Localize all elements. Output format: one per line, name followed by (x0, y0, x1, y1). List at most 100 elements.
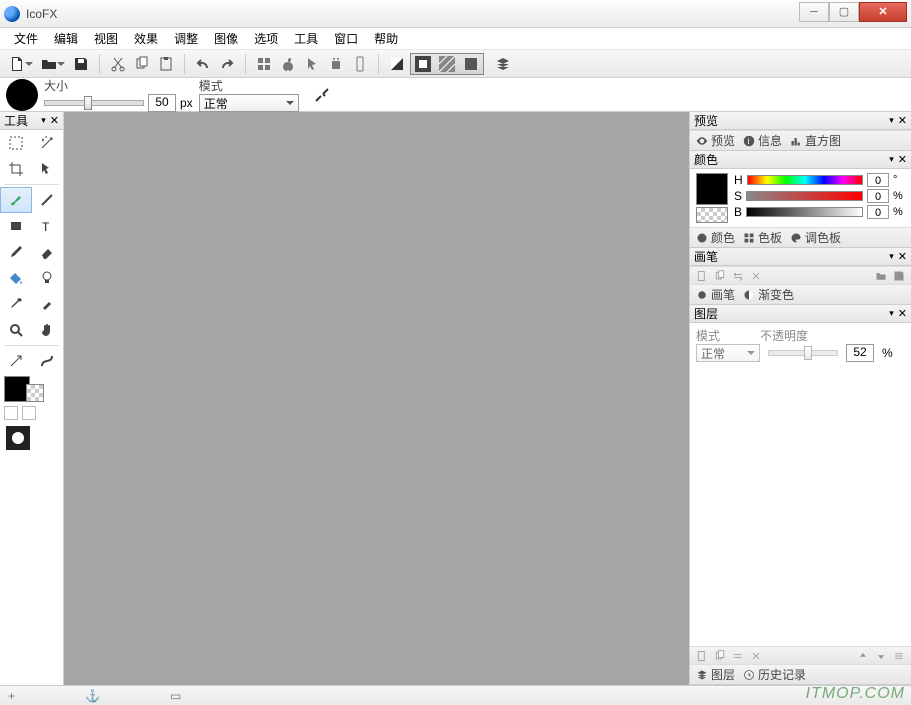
color-menu-caret[interactable]: ▾ (889, 154, 894, 165)
tool-brush[interactable] (0, 187, 32, 213)
color-tab-palette[interactable]: 调色板 (790, 229, 841, 246)
brush-extra-icon[interactable] (311, 84, 333, 106)
platform-phone-icon[interactable] (349, 53, 371, 75)
tool-marquee[interactable] (0, 130, 32, 156)
layer-close[interactable]: ✕ (898, 307, 907, 320)
layer-list[interactable] (696, 364, 905, 482)
platform-apple-icon[interactable] (277, 53, 299, 75)
menu-window[interactable]: 窗口 (326, 28, 366, 49)
tool-rectangle[interactable] (0, 213, 32, 239)
undo-button[interactable] (192, 53, 214, 75)
default-colors-button[interactable] (22, 406, 36, 420)
paste-button[interactable] (155, 53, 177, 75)
bri-slider[interactable] (746, 207, 863, 217)
layers-icon[interactable] (492, 53, 514, 75)
save-button[interactable] (70, 53, 92, 75)
menu-tools[interactable]: 工具 (286, 28, 326, 49)
new-file-button[interactable] (6, 53, 28, 75)
copy-button[interactable] (131, 53, 153, 75)
open-file-button[interactable] (38, 53, 60, 75)
menu-edit[interactable]: 编辑 (46, 28, 86, 49)
tool-move[interactable] (32, 156, 64, 182)
brush-tab-brush[interactable]: 画笔 (696, 286, 735, 303)
tool-text[interactable]: T (32, 213, 64, 239)
brush-size-slider[interactable] (44, 100, 144, 106)
color-foreground-swatch[interactable] (696, 173, 728, 205)
layer-opacity-value[interactable]: 52 (846, 344, 874, 362)
bg-solid-icon[interactable] (459, 54, 483, 74)
brush-panel-caret[interactable]: ▾ (889, 251, 894, 262)
brush-copy-icon[interactable] (714, 270, 726, 282)
menu-adjust[interactable]: 调整 (166, 28, 206, 49)
preview-close[interactable]: ✕ (898, 114, 907, 127)
sat-value[interactable]: 0 (867, 189, 889, 203)
tool-wand[interactable] (32, 130, 64, 156)
contrast-icon[interactable] (386, 53, 408, 75)
hue-value[interactable]: 0 (867, 173, 889, 187)
bg-diagonal-icon[interactable] (435, 54, 459, 74)
tool-lightbulb[interactable] (32, 265, 64, 291)
layer-swap-icon[interactable] (732, 650, 744, 662)
background-color[interactable] (26, 384, 44, 402)
layer-delete-icon[interactable] (750, 650, 762, 662)
swap-colors-button[interactable] (4, 406, 18, 420)
layer-tab-history[interactable]: 历史记录 (743, 666, 806, 683)
tool-line[interactable] (32, 187, 64, 213)
brush-save-icon[interactable] (893, 270, 905, 282)
canvas-area[interactable] (64, 112, 689, 685)
redo-button[interactable] (216, 53, 238, 75)
menu-effect[interactable]: 效果 (126, 28, 166, 49)
menu-options[interactable]: 选项 (246, 28, 286, 49)
layer-menu-caret[interactable]: ▾ (889, 308, 894, 319)
tool-fill[interactable] (0, 265, 32, 291)
platform-windows-icon[interactable] (253, 53, 275, 75)
brush-folder-icon[interactable] (875, 270, 887, 282)
hue-slider[interactable] (747, 175, 863, 185)
toolbox-close[interactable]: ✕ (50, 114, 59, 127)
preview-tab-histogram[interactable]: 直方图 (790, 132, 841, 149)
maximize-button[interactable]: ▢ (829, 2, 859, 22)
tool-curve[interactable] (32, 348, 64, 374)
brush-mode-combo[interactable]: 正常 (199, 94, 299, 112)
tool-hand[interactable] (32, 317, 64, 343)
color-tab-swatches[interactable]: 色板 (743, 229, 782, 246)
preview-tab-info[interactable]: i信息 (743, 132, 782, 149)
menu-help[interactable]: 帮助 (366, 28, 406, 49)
bri-value[interactable]: 0 (867, 205, 889, 219)
tool-crop[interactable] (0, 156, 32, 182)
layer-mode-combo[interactable]: 正常 (696, 344, 760, 362)
layer-copy-icon[interactable] (714, 650, 726, 662)
platform-android-icon[interactable] (325, 53, 347, 75)
brush-new-icon[interactable] (696, 270, 708, 282)
close-button[interactable]: ✕ (859, 2, 907, 22)
layer-merge-icon[interactable] (893, 650, 905, 662)
layer-new-icon[interactable] (696, 650, 708, 662)
tool-retouch[interactable] (32, 291, 64, 317)
brush-tab-gradient[interactable]: 渐变色 (743, 286, 794, 303)
layer-tab-layers[interactable]: 图层 (696, 666, 735, 683)
toolbox-menu-caret[interactable]: ▾ (41, 115, 46, 126)
color-close[interactable]: ✕ (898, 153, 907, 166)
brush-panel-close[interactable]: ✕ (898, 250, 907, 263)
color-tab-color[interactable]: 颜色 (696, 229, 735, 246)
menu-view[interactable]: 视图 (86, 28, 126, 49)
preview-menu-caret[interactable]: ▾ (889, 115, 894, 126)
layer-opacity-slider[interactable] (768, 350, 838, 356)
cut-button[interactable] (107, 53, 129, 75)
preview-tab-preview[interactable]: 预览 (696, 132, 735, 149)
brush-swap-icon[interactable] (732, 270, 744, 282)
tool-zoom[interactable] (0, 317, 32, 343)
brush-size-value[interactable]: 50 (148, 94, 176, 112)
platform-cursor-icon[interactable] (301, 53, 323, 75)
minimize-button[interactable]: ─ (799, 2, 829, 22)
layer-up-icon[interactable] (857, 650, 869, 662)
brush-delete-icon[interactable] (750, 270, 762, 282)
color-background-swatch[interactable] (696, 207, 728, 223)
tool-shape-preview[interactable] (6, 426, 30, 450)
tool-eraser[interactable] (32, 239, 64, 265)
menu-file[interactable]: 文件 (6, 28, 46, 49)
sat-slider[interactable] (746, 191, 863, 201)
menu-image[interactable]: 图像 (206, 28, 246, 49)
tool-arrow[interactable] (0, 348, 32, 374)
tool-eyedropper[interactable] (0, 291, 32, 317)
